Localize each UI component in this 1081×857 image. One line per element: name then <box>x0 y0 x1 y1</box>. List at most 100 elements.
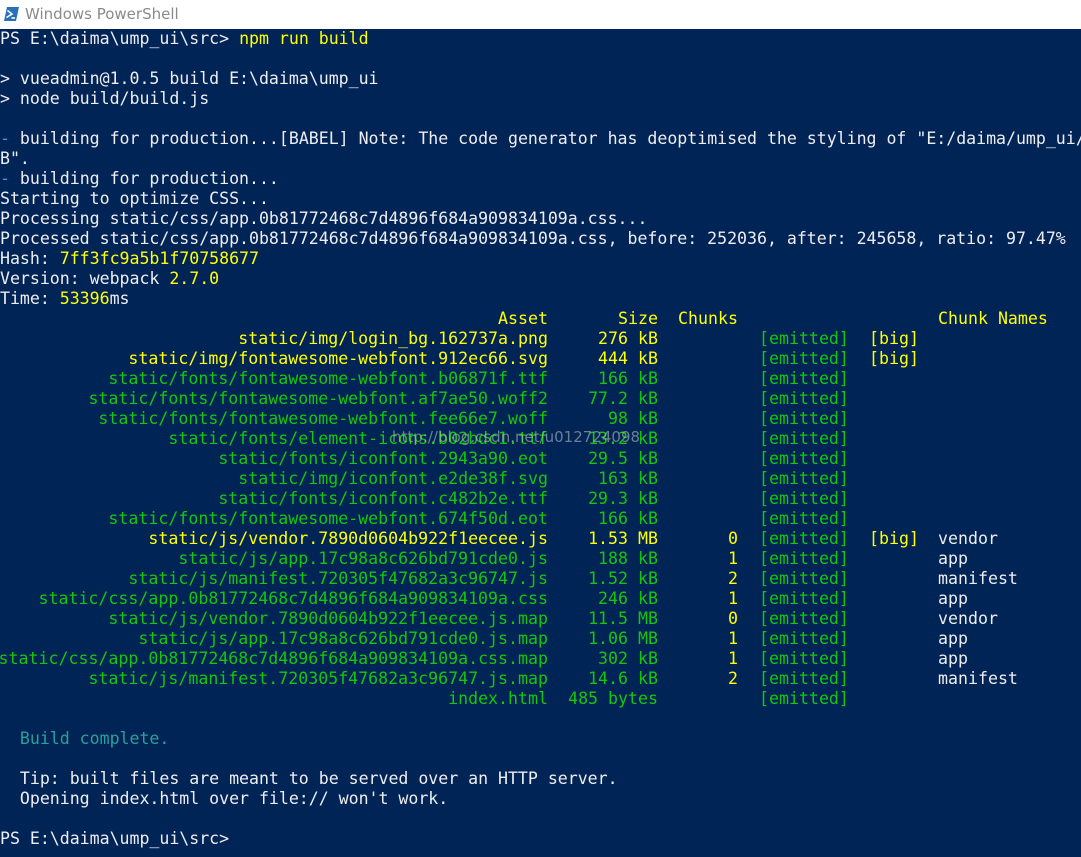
emitted-status: [emitted] <box>759 549 849 568</box>
spinner-line: - building for production... <box>0 169 279 189</box>
emitted-status: [emitted] <box>759 569 849 588</box>
console-output[interactable]: PS E:\daima\ump_ui\src> npm run build > … <box>0 29 1081 857</box>
version-label: Version: webpack <box>0 269 170 288</box>
header-chunks: Chunks <box>678 309 738 328</box>
asset-name: static/js/vendor.7890d0604b922f1eecee.js… <box>108 609 548 628</box>
chunk-id <box>700 469 738 489</box>
time-line: Time: 53396ms <box>0 289 130 309</box>
big-flag: [big] <box>869 329 919 348</box>
chunk-id: 0 <box>728 609 738 628</box>
chunk-name: vendor <box>938 609 998 628</box>
spinner-mark: - <box>0 169 10 188</box>
emitted-status: [emitted] <box>759 689 849 708</box>
asset-name: static/fonts/iconfont.c482b2e.ttf <box>218 489 548 508</box>
chunk-name: vendor <box>938 529 998 548</box>
chunk-name: app <box>938 549 968 568</box>
big-flag: [big] <box>869 529 919 548</box>
emitted-status: [emitted] <box>759 529 849 548</box>
tip-line: Tip: built files are meant to be served … <box>0 769 618 788</box>
asset-size: 276 kB <box>598 329 658 348</box>
asset-name: static/js/vendor.7890d0604b922f1eecee.js <box>148 529 548 548</box>
chunk-id <box>700 429 738 449</box>
processed-line: Processed static/css/app.0b81772468c7d48… <box>0 229 1066 248</box>
asset-size: 166 kB <box>598 509 658 528</box>
asset-name: static/fonts/fontawesome-webfont.af7ae50… <box>88 389 548 408</box>
asset-size: 246 kB <box>598 589 658 608</box>
emitted-status: [emitted] <box>759 369 849 388</box>
powershell-icon <box>4 7 19 21</box>
asset-name: index.html <box>448 689 548 708</box>
emitted-status: [emitted] <box>759 449 849 468</box>
asset-size: 485 bytes <box>568 689 658 708</box>
spinner-text: building for production...[BABEL] Note: … <box>9 129 1081 148</box>
emitted-status: [emitted] <box>759 629 849 648</box>
chunk-name: manifest <box>938 569 1018 588</box>
chunk-id: 0 <box>728 529 738 548</box>
emitted-status: [emitted] <box>759 489 849 508</box>
asset-name: static/img/iconfont.e2de38f.svg <box>238 469 548 488</box>
chunk-id: 1 <box>728 629 738 648</box>
asset-size: 166 kB <box>598 369 658 388</box>
time-value: 53396 <box>59 289 110 308</box>
asset-name: static/js/manifest.720305f47682a3c96747.… <box>88 669 548 688</box>
asset-name: static/css/app.0b81772468c7d4896f684a909… <box>38 589 548 608</box>
wrapped-line: B". <box>0 149 30 168</box>
chunk-id <box>700 509 738 529</box>
spinner-text: building for production... <box>9 169 279 188</box>
header-chunk-names: Chunk Names <box>938 309 1048 328</box>
header-size: Size <box>618 309 658 328</box>
asset-size: 14.6 kB <box>588 669 658 688</box>
asset-size: 11.5 MB <box>588 609 658 628</box>
command: npm run build <box>239 29 369 48</box>
title-bar[interactable]: Windows PowerShell <box>0 0 1081 29</box>
asset-name: static/img/fontawesome-webfont.912ec66.s… <box>128 349 548 368</box>
big-flag: [big] <box>869 349 919 368</box>
asset-size: 29.3 kB <box>588 489 658 508</box>
asset-name: static/js/manifest.720305f47682a3c96747.… <box>128 569 548 588</box>
asset-name: static/fonts/fontawesome-webfont.674f50d… <box>108 509 548 528</box>
emitted-status: [emitted] <box>759 349 849 368</box>
optimize-line: Starting to optimize CSS... <box>0 189 269 208</box>
asset-name: static/fonts/iconfont.2943a90.eot <box>218 449 548 468</box>
asset-size: 1.52 kB <box>588 569 658 588</box>
chunk-id <box>700 449 738 469</box>
npm-line: > vueadmin@1.0.5 build E:\daima\ump_ui <box>0 69 379 88</box>
chunk-id <box>700 389 738 409</box>
asset-size: 98 kB <box>608 409 658 428</box>
chunk-id <box>700 489 738 509</box>
processing-line: Processing static/css/app.0b81772468c7d4… <box>0 209 648 228</box>
chunk-name: app <box>938 649 968 668</box>
chunk-id: 1 <box>728 589 738 608</box>
asset-name: static/js/app.17c98a8c626bd791cde0.js <box>178 549 548 568</box>
watermark: http://blog.csdn.net/u012724098 <box>392 428 641 446</box>
npm-line: > node build/build.js <box>0 89 210 108</box>
hash-label: Hash: <box>0 249 60 268</box>
chunk-id: 1 <box>728 549 738 568</box>
asset-size: 1.06 MB <box>588 629 658 648</box>
time-unit: ms <box>109 289 130 308</box>
hash-value: 7ff3fc9a5b1f70758677 <box>59 249 259 268</box>
prompt-line: PS E:\daima\ump_ui\src> npm run build <box>0 29 369 49</box>
chunk-name: app <box>938 589 968 608</box>
prompt: PS E:\daima\ump_ui\src> <box>0 29 230 48</box>
build-complete: Build complete. <box>0 729 170 748</box>
asset-size: 1.53 MB <box>588 529 658 548</box>
header-asset: Asset <box>498 309 548 328</box>
chunk-id: 1 <box>728 649 738 668</box>
emitted-status: [emitted] <box>759 429 849 448</box>
version-value: 2.7.0 <box>169 269 220 288</box>
hash-line: Hash: 7ff3fc9a5b1f70758677 <box>0 249 259 269</box>
emitted-status: [emitted] <box>759 469 849 488</box>
asset-size: 29.5 kB <box>588 449 658 468</box>
asset-name: static/fonts/fontawesome-webfont.fee66e7… <box>98 409 548 428</box>
spinner-mark: - <box>0 129 10 148</box>
emitted-status: [emitted] <box>759 589 849 608</box>
emitted-status: [emitted] <box>759 409 849 428</box>
chunk-id <box>700 689 738 709</box>
chunk-id <box>700 329 738 349</box>
asset-name: static/img/login_bg.162737a.png <box>238 329 548 348</box>
asset-size: 77.2 kB <box>588 389 658 408</box>
emitted-status: [emitted] <box>759 389 849 408</box>
asset-name: static/fonts/fontawesome-webfont.b06871f… <box>108 369 548 388</box>
asset-size: 444 kB <box>598 349 658 368</box>
